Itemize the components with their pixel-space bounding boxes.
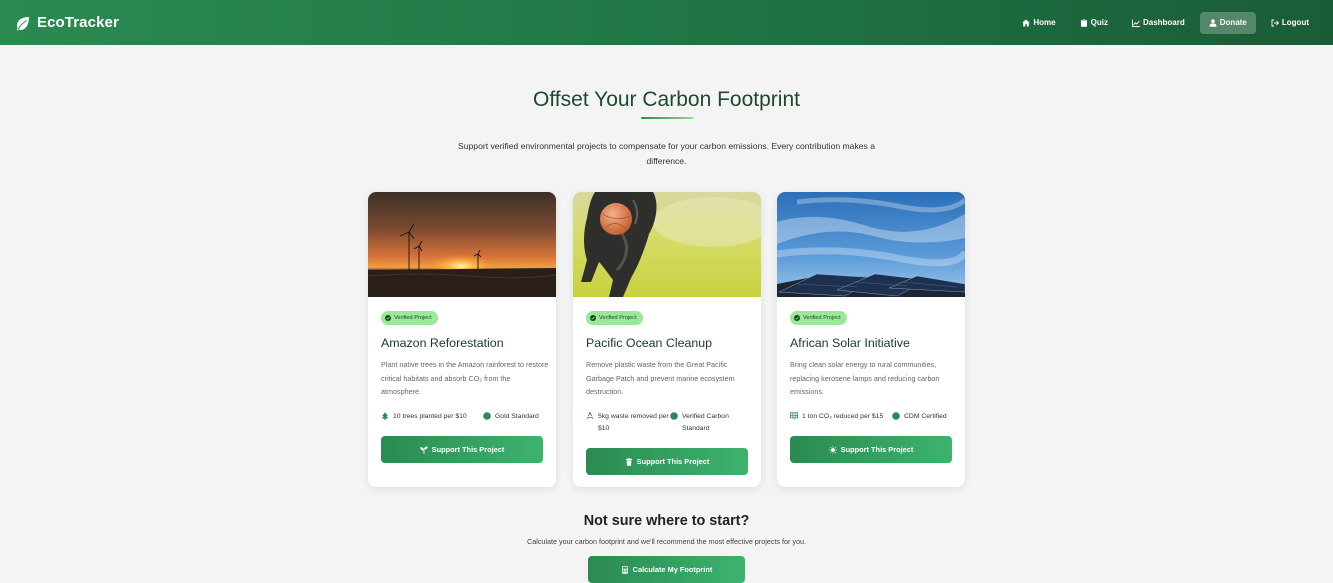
page-description: Support verified environmental projects … — [458, 141, 875, 166]
nav-links: Home Quiz Dashboard Donate Logout — [1013, 11, 1318, 34]
project-card-amazon: Verified Project Amazon Reforestation Pl… — [368, 192, 556, 487]
project-image-dog-with-ball — [573, 192, 761, 297]
project-image-wind-turbines-sunset — [368, 192, 556, 297]
brand-name: EcoTracker — [37, 14, 119, 31]
certificate-icon — [670, 412, 678, 420]
sun-icon — [828, 445, 837, 454]
project-card-solar: Verified Project African Solar Initiativ… — [777, 192, 965, 487]
project-title: Amazon Reforestation — [381, 336, 504, 350]
certificate-icon — [892, 412, 900, 420]
project-description: Plant native trees in the Amazon rainfor… — [381, 360, 549, 396]
project-description: Remove plastic waste from the Great Paci… — [586, 360, 735, 396]
project-title: African Solar Initiative — [790, 336, 910, 350]
project-certification-text: CDM Certified — [904, 413, 947, 420]
verified-badge: Verified Project — [790, 311, 847, 325]
project-description: Bring clean solar energy to rural commun… — [790, 360, 940, 396]
nav-donate-label: Donate — [1219, 18, 1247, 27]
verified-badge: Verified Project — [381, 311, 438, 325]
check-circle-icon — [794, 315, 800, 321]
project-card-ocean: Verified Project Pacific Ocean Cleanup R… — [573, 192, 761, 487]
certificate-icon — [483, 412, 491, 420]
nav-home-label: Home — [1033, 18, 1056, 27]
support-project-button-label: Support This Project — [636, 457, 710, 466]
project-impact-text: 10 trees planted per $10 — [393, 413, 467, 420]
verified-badge-label: Verified Project — [394, 315, 432, 321]
nav-quiz[interactable]: Quiz — [1071, 12, 1117, 34]
project-impact-stat: 10 trees planted per $10 — [381, 411, 467, 423]
project-impact-text: 5kg waste removed per $10 — [598, 413, 669, 432]
cta-title: Not sure where to start? — [583, 513, 750, 529]
leaf-icon — [16, 16, 29, 30]
recycle-icon — [586, 412, 594, 420]
nav-dashboard[interactable]: Dashboard — [1123, 12, 1194, 34]
home-icon — [1022, 19, 1031, 26]
trash-icon — [625, 457, 632, 466]
calculate-footprint-button-label: Calculate My Footprint — [632, 565, 713, 574]
project-certification-stat: CDM Certified — [892, 411, 947, 423]
nav-home[interactable]: Home — [1013, 12, 1064, 34]
check-circle-icon — [385, 315, 391, 321]
tree-icon — [381, 412, 389, 420]
project-certification-stat: Verified Carbon Standard — [670, 411, 750, 435]
clipboard-icon — [1080, 18, 1087, 27]
project-image-solar-panels — [777, 192, 965, 297]
project-impact-stat: 1 ton CO₂ reduced per $15 — [790, 411, 883, 423]
verified-badge-label: Verified Project — [599, 315, 637, 321]
brand-logo[interactable]: EcoTracker — [15, 14, 119, 31]
navbar: EcoTracker Home Quiz Dashboard Donate Lo… — [0, 0, 1333, 45]
nav-dashboard-label: Dashboard — [1142, 18, 1185, 27]
calculator-icon — [621, 565, 628, 574]
project-impact-text: 1 ton CO₂ reduced per $15 — [802, 413, 884, 420]
support-project-button-label: Support This Project — [431, 445, 505, 454]
check-circle-icon — [590, 315, 596, 321]
support-project-button-label: Support This Project — [840, 445, 914, 454]
hand-heart-icon — [1209, 18, 1217, 27]
project-certification-text: Verified Carbon Standard — [682, 413, 729, 432]
cta-description: Calculate your carbon footprint and we'l… — [527, 537, 806, 546]
support-project-button[interactable]: Support This Project — [586, 448, 748, 475]
verified-badge-label: Verified Project — [803, 315, 841, 321]
nav-logout-label: Logout — [1281, 18, 1309, 27]
seedling-icon — [419, 445, 428, 454]
solar-panel-icon — [790, 412, 798, 420]
calculate-footprint-button[interactable]: Calculate My Footprint — [588, 556, 745, 583]
project-certification-stat: Gold Standard — [483, 411, 539, 423]
verified-badge: Verified Project — [586, 311, 643, 325]
chart-icon — [1132, 19, 1140, 27]
project-certification-text: Gold Standard — [495, 413, 539, 420]
page-title: Offset Your Carbon Footprint — [533, 88, 800, 111]
support-project-button[interactable]: Support This Project — [381, 436, 543, 463]
project-title: Pacific Ocean Cleanup — [586, 336, 713, 350]
nav-donate[interactable]: Donate — [1199, 11, 1256, 34]
support-project-button[interactable]: Support This Project — [790, 436, 952, 463]
project-impact-stat: 5kg waste removed per $10 — [586, 411, 674, 435]
title-underline — [641, 117, 693, 119]
nav-logout[interactable]: Logout — [1262, 12, 1318, 34]
logout-icon — [1271, 19, 1279, 26]
nav-quiz-label: Quiz — [1090, 18, 1108, 27]
